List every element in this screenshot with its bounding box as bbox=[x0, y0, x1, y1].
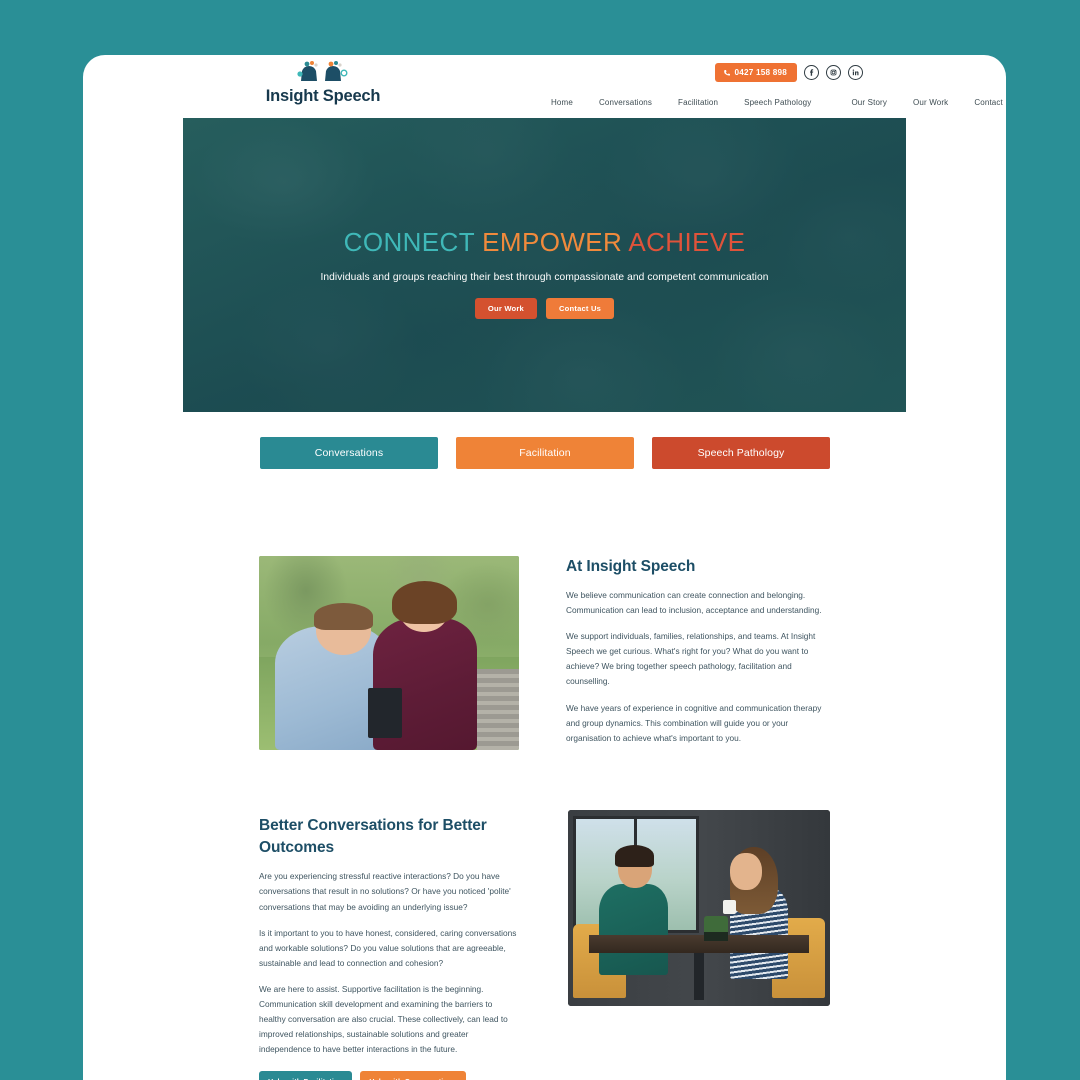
help-with-conversations-button[interactable]: Help with Conversations bbox=[360, 1071, 466, 1080]
hero-button-group: Our Work Contact Us bbox=[474, 298, 615, 319]
about-text-column: At Insight Speech We believe communicati… bbox=[566, 556, 831, 750]
help-with-facilitation-button[interactable]: Help with Facilitation bbox=[259, 1071, 353, 1080]
contact-us-button[interactable]: Contact Us bbox=[545, 298, 615, 319]
nav-item-speech-pathology[interactable]: Speech Pathology bbox=[731, 98, 824, 107]
nav-item-our-work[interactable]: Our Work bbox=[900, 98, 961, 107]
hero-word-empower: EMPOWER bbox=[482, 227, 623, 257]
linkedin-icon[interactable] bbox=[848, 65, 863, 80]
hero-banner: CONNECT EMPOWER ACHIEVE Individuals and … bbox=[183, 118, 906, 412]
about-paragraph-3: We have years of experience in cognitive… bbox=[566, 702, 822, 743]
hero-content: CONNECT EMPOWER ACHIEVE Individuals and … bbox=[183, 118, 906, 412]
table-plant-pot bbox=[704, 931, 728, 942]
nav-item-our-story[interactable]: Our Story bbox=[838, 98, 900, 107]
phone-icon bbox=[723, 69, 730, 76]
hero-title: CONNECT EMPOWER ACHIEVE bbox=[344, 227, 746, 258]
hero-word-connect: CONNECT bbox=[343, 227, 475, 257]
hero-subtitle: Individuals and groups reaching their be… bbox=[320, 272, 769, 283]
facebook-icon[interactable] bbox=[804, 65, 819, 80]
conversations-text-column: Better Conversations for Better Outcomes… bbox=[259, 810, 521, 1080]
category-button-row: Conversations Facilitation Speech Pathol… bbox=[260, 437, 830, 469]
conversations-button-group: Help with Facilitation Help with Convers… bbox=[259, 1071, 521, 1080]
phone-number: 0427 158 898 bbox=[734, 68, 787, 77]
cafe-woman-head bbox=[730, 853, 762, 891]
nav-item-facilitation[interactable]: Facilitation bbox=[665, 98, 731, 107]
facebook-glyph bbox=[810, 69, 814, 76]
cafe-man-figure bbox=[599, 884, 668, 975]
our-work-button[interactable]: Our Work bbox=[474, 298, 537, 319]
category-conversations-button[interactable]: Conversations bbox=[260, 437, 438, 469]
cafe-table-leg bbox=[693, 953, 705, 1001]
phone-button[interactable]: 0427 158 898 bbox=[714, 63, 797, 82]
hero-word-achieve: ACHIEVE bbox=[628, 227, 746, 257]
header-utility-bar: 0427 158 898 bbox=[714, 63, 863, 82]
couple-on-bench-photo bbox=[259, 556, 519, 750]
main-navigation: Home Conversations Facilitation Speech P… bbox=[538, 98, 1006, 107]
conversations-heading: Better Conversations for Better Outcomes bbox=[259, 817, 487, 856]
category-facilitation-button[interactable]: Facilitation bbox=[456, 437, 634, 469]
man-hair bbox=[313, 602, 374, 630]
cafe-table bbox=[588, 935, 810, 954]
coffee-cup bbox=[722, 900, 736, 914]
better-conversations-section: Better Conversations for Better Outcomes… bbox=[259, 810, 831, 1080]
about-paragraph-2: We support individuals, families, relati… bbox=[566, 631, 816, 687]
about-heading: At Insight Speech bbox=[566, 558, 696, 575]
woman-hair bbox=[391, 581, 457, 624]
site-header: Insight Speech 0427 158 898 Home Convers… bbox=[83, 55, 1006, 120]
conversations-paragraph-1: Are you experiencing stressful reactive … bbox=[259, 871, 511, 912]
category-speech-pathology-button[interactable]: Speech Pathology bbox=[652, 437, 830, 469]
tablet-device bbox=[368, 687, 402, 739]
instagram-icon[interactable] bbox=[826, 65, 841, 80]
two-figures-icon bbox=[297, 61, 348, 81]
about-section: At Insight Speech We believe communicati… bbox=[259, 556, 831, 750]
site-logo[interactable]: Insight Speech bbox=[243, 60, 403, 106]
about-paragraph-1: We believe communication can create conn… bbox=[566, 590, 822, 616]
website-page-frame: Insight Speech 0427 158 898 Home Convers… bbox=[83, 55, 1006, 1080]
park-bench bbox=[477, 668, 519, 750]
conversations-paragraph-2: Is it important to you to have honest, c… bbox=[259, 927, 517, 968]
cafe-man-hair bbox=[615, 845, 655, 867]
linkedin-glyph bbox=[852, 69, 859, 76]
logo-text: Insight Speech bbox=[265, 87, 381, 105]
nav-item-contact[interactable]: Contact bbox=[961, 98, 1006, 107]
nav-item-home[interactable]: Home bbox=[538, 98, 586, 107]
instagram-glyph bbox=[830, 69, 837, 76]
cafe-conversation-photo bbox=[568, 810, 830, 1006]
nav-item-conversations[interactable]: Conversations bbox=[586, 98, 665, 107]
conversations-paragraph-3: We are here to assist. Supportive facili… bbox=[259, 983, 508, 1055]
